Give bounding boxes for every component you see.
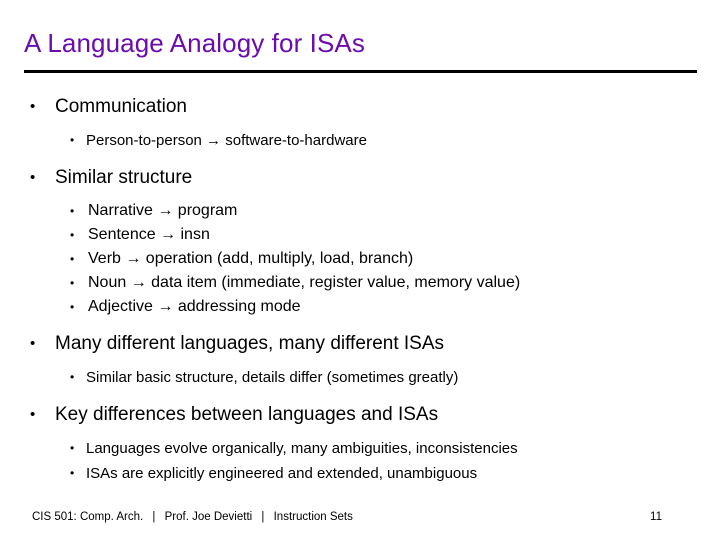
- bullet-item-level3: • Verb → operation (add, multiply, load,…: [0, 247, 720, 271]
- bullet-dot-icon: •: [30, 335, 36, 352]
- bullet-item-level2: • Similar basic structure, details diffe…: [0, 365, 720, 390]
- footer-credits: CIS 501: Comp. Arch. | Prof. Joe Deviett…: [32, 508, 353, 526]
- bullet-text: Sentence → insn: [88, 226, 210, 243]
- bullet-item-level3: • Adjective → addressing mode: [0, 295, 720, 319]
- bullet-text: Noun → data item (immediate, register va…: [88, 274, 521, 291]
- bullet-dot-icon: •: [70, 441, 75, 455]
- bullet-text: Person-to-person → software-to-hardware: [86, 132, 367, 149]
- bullet-text: Languages evolve organically, many ambig…: [86, 440, 518, 457]
- bullet-item-level1: • Key differences between languages and …: [0, 400, 720, 430]
- footer-separator: |: [152, 511, 156, 523]
- bullet-dot-icon: •: [70, 204, 75, 218]
- bullet-dot-icon: •: [70, 370, 75, 384]
- bullet-item-level2: • Languages evolve organically, many amb…: [0, 436, 720, 461]
- bullet-dot-icon: •: [70, 252, 75, 266]
- bullet-dot-icon: •: [70, 466, 75, 480]
- bullet-text: Communication: [55, 96, 187, 117]
- footer-instructor: Prof. Joe Devietti: [164, 511, 253, 523]
- bullet-text: Key differences between languages and IS…: [55, 404, 439, 425]
- footer-course: CIS 501: Comp. Arch.: [32, 511, 144, 523]
- page-title: A Language Analogy for ISAs: [24, 28, 365, 58]
- bullet-text: ISAs are explicitly engineered and exten…: [86, 465, 478, 482]
- bullet-dot-icon: •: [30, 169, 36, 186]
- page-number: 11: [650, 511, 662, 523]
- bullet-item-level1: • Similar structure: [0, 163, 720, 193]
- bullet-dot-icon: •: [70, 300, 75, 314]
- title-block: A Language Analogy for ISAs: [24, 28, 698, 58]
- bullet-dot-icon: •: [70, 133, 75, 147]
- bullet-text: Many different languages, many different…: [55, 333, 445, 354]
- title-divider: [24, 70, 697, 73]
- bullet-text: Adjective → addressing mode: [88, 298, 301, 315]
- bullet-item-level3: • Narrative → program: [0, 199, 720, 223]
- slide-footer: CIS 501: Comp. Arch. | Prof. Joe Deviett…: [0, 508, 720, 526]
- bullet-item-level3: • Sentence → insn: [0, 223, 720, 247]
- slide-body: • Communication • Person-to-person → sof…: [0, 92, 720, 486]
- bullet-text: Narrative → program: [88, 202, 238, 219]
- footer-topic: Instruction Sets: [273, 511, 353, 523]
- footer-separator: |: [261, 511, 265, 523]
- bullet-text: Verb → operation (add, multiply, load, b…: [88, 250, 414, 267]
- bullet-text: Similar basic structure, details differ …: [86, 369, 459, 386]
- bullet-item-level1: • Communication: [0, 92, 720, 122]
- slide: A Language Analogy for ISAs • Communicat…: [0, 0, 720, 540]
- bullet-item-level2: • ISAs are explicitly engineered and ext…: [0, 461, 720, 486]
- bullet-item-level3: • Noun → data item (immediate, register …: [0, 271, 720, 295]
- bullet-dot-icon: •: [30, 98, 36, 115]
- bullet-dot-icon: •: [30, 406, 36, 423]
- bullet-item-level2: • Person-to-person → software-to-hardwar…: [0, 128, 720, 153]
- bullet-text: Similar structure: [55, 167, 193, 188]
- bullet-item-level1: • Many different languages, many differe…: [0, 329, 720, 359]
- bullet-dot-icon: •: [70, 228, 75, 242]
- bullet-dot-icon: •: [70, 276, 75, 290]
